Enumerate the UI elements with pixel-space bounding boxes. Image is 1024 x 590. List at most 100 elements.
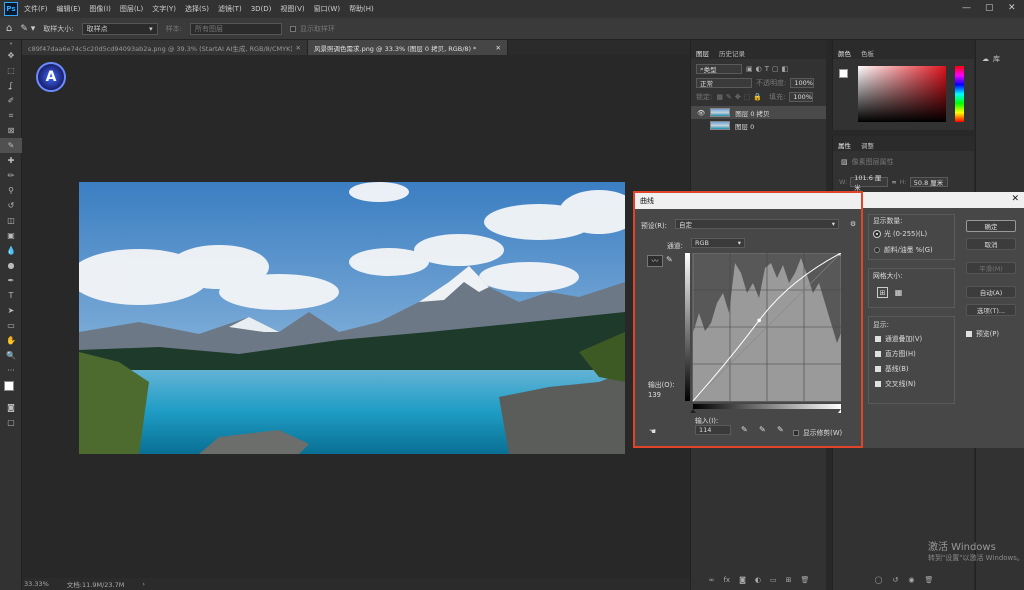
width-input[interactable]: 101.6 厘米 [850,174,889,192]
pencil-draw-icon[interactable]: ✎ [666,255,673,264]
eyedropper-tool-icon[interactable]: ✎ [0,138,22,153]
fill-input[interactable]: 100% [789,92,814,102]
menu-filter[interactable]: 滤镜(T) [218,4,242,14]
checkbox-intersection-line[interactable]: 交叉线(N) [875,378,916,388]
color-picker-field[interactable] [858,66,946,122]
quick-select-tool-icon[interactable]: ✐ [0,93,22,108]
healing-brush-icon[interactable]: ✚ [0,153,22,168]
menu-file[interactable]: 文件(F) [24,4,48,14]
curve-edit-icon[interactable]: 〰 [647,255,663,267]
sample-select[interactable]: 所有图层 [190,22,282,35]
layer-filter-icons[interactable]: ▣◐T▢◧ [746,65,791,73]
visibility-eye-icon[interactable]: 👁 [697,109,705,117]
checkbox-preview[interactable]: 预览(P) [966,328,999,338]
hue-slider[interactable] [955,66,964,122]
library-button[interactable]: ☁ 库 [976,40,1024,78]
menu-edit[interactable]: 编辑(E) [57,4,81,14]
blur-tool-icon[interactable]: 💧 [0,243,22,258]
height-input[interactable]: 50.8 厘米 [909,177,948,187]
zoom-level[interactable]: 33.33% [24,580,49,588]
menu-help[interactable]: 帮助(H) [349,4,374,14]
eyedropper-tool-icon[interactable]: ✎ ▾ [20,24,35,34]
show-clipping-checkbox[interactable]: 显示修剪(W) [793,427,842,437]
white-point-slider[interactable] [838,409,841,413]
frame-tool-icon[interactable]: ⊠ [0,123,22,138]
black-eyedropper-icon[interactable]: ✎ [741,425,748,434]
status-menu-arrow[interactable]: › [142,580,145,588]
tab-color[interactable]: 颜色 [838,48,851,58]
menu-image[interactable]: 图像(I) [89,4,111,14]
foreground-color-swatch[interactable] [4,381,14,391]
link-dimensions-icon[interactable]: ∞ [891,178,896,186]
channel-select[interactable]: RGB ▾ [691,238,745,248]
curves-dialog-title[interactable]: 曲线 [635,193,861,209]
checkbox-histogram[interactable]: 直方图(H) [875,348,916,358]
gray-eyedropper-icon[interactable]: ✎ [759,425,766,434]
curve-control-point[interactable] [757,318,761,323]
dodge-tool-icon[interactable]: ● [0,258,22,273]
mask-icon[interactable]: ◙ [739,576,746,588]
more-tools-icon[interactable]: ··· [0,363,22,378]
minimize-button[interactable]: — [962,3,971,13]
menu-layer[interactable]: 图层(L) [120,4,143,14]
layers-footer-icons[interactable]: ∞ fx ◙ ◐ ▭ ⊞ 🗑 [691,576,827,588]
cancel-button[interactable]: 取消 [966,238,1016,250]
input-value-field[interactable]: 114 [695,425,731,435]
crop-tool-icon[interactable]: ⌗ [0,108,22,123]
folder-icon[interactable]: ▭ [770,576,777,588]
zoom-tool-icon[interactable]: 🔍 [0,348,22,363]
clip-icon[interactable]: ◯ [875,576,883,584]
tab-adjustments[interactable]: 调整 [861,140,874,150]
lasso-tool-icon[interactable]: ʆ [0,78,22,93]
type-tool-icon[interactable]: T [0,288,22,303]
checkbox-baseline[interactable]: 基线(B) [875,363,909,373]
trash-icon[interactable]: 🗑 [924,576,933,584]
tab-document-2[interactable]: 风景照调色需求.png @ 33.3% (图层 0 拷贝, RGB/8) * ✕ [308,40,508,55]
pen-tool-icon[interactable]: ✒ [0,273,22,288]
tab-layers[interactable]: 图层 [696,48,709,58]
gradient-tool-icon[interactable]: ▣ [0,228,22,243]
eraser-tool-icon[interactable]: ◫ [0,213,22,228]
visibility-icon[interactable]: ◉ [908,576,914,584]
hand-tool-icon[interactable]: ✋ [0,333,22,348]
menu-type[interactable]: 文字(Y) [152,4,176,14]
lock-icons[interactable]: ▦✎✥⬚🔒 [716,93,765,101]
clone-stamp-icon[interactable]: ⚲ [0,183,22,198]
radio-pigment[interactable]: 颜料/油墨 %(G) [874,244,933,254]
reset-icon[interactable]: ↺ [892,576,898,584]
show-sampling-ring-checkbox[interactable]: 显示取样环 [290,24,335,34]
fx-icon[interactable]: fx [723,576,730,588]
trash-icon[interactable]: 🗑 [800,576,809,588]
home-icon[interactable]: ⌂ [6,23,12,34]
on-image-adjust-icon[interactable]: ☚ [649,427,656,436]
toolbar-collapse-icon[interactable]: » [0,40,22,48]
close-tab-icon[interactable]: ✕ [292,44,301,52]
menu-window[interactable]: 窗口(W) [314,4,340,14]
tab-history[interactable]: 历史记录 [719,48,745,58]
preset-select[interactable]: 自定 ▾ [675,219,839,229]
layer-row-selected[interactable]: 👁 图层 0 拷贝 [691,106,826,119]
menu-select[interactable]: 选择(S) [185,4,209,14]
foreground-color-swatch[interactable] [839,69,848,78]
radio-light[interactable]: 光 (0-255)(L) [874,228,927,238]
landscape-image[interactable] [79,182,625,454]
close-dialog-button[interactable]: ✕ [1011,194,1019,204]
quick-mask-icon[interactable]: ◙ [0,400,22,415]
curves-graph[interactable] [685,253,841,413]
marquee-tool-icon[interactable]: ⬚ [0,63,22,78]
tab-document-1[interactable]: c89f47daa6e74c5c20d5cd94093ab2a.png @ 39… [22,40,308,55]
output-value[interactable]: 139 [648,391,661,399]
sample-size-select[interactable]: 取样点 ▾ [81,22,158,35]
new-layer-icon[interactable]: ⊞ [786,576,792,588]
move-tool-icon[interactable]: ✥ [0,48,22,63]
color-swatches[interactable] [0,378,22,400]
detailed-grid-icon[interactable]: ▦ [893,287,904,298]
opacity-input[interactable]: 100% [790,78,815,88]
tab-swatches[interactable]: 色板 [861,48,874,58]
tab-properties[interactable]: 属性 [838,140,851,150]
screen-mode-icon[interactable]: ▢ [0,415,22,430]
blend-mode-select[interactable]: 正常 [696,78,752,88]
smooth-button[interactable]: 平滑(M) [966,262,1016,274]
maximize-button[interactable]: ▢ [985,3,994,13]
history-brush-icon[interactable]: ↺ [0,198,22,213]
